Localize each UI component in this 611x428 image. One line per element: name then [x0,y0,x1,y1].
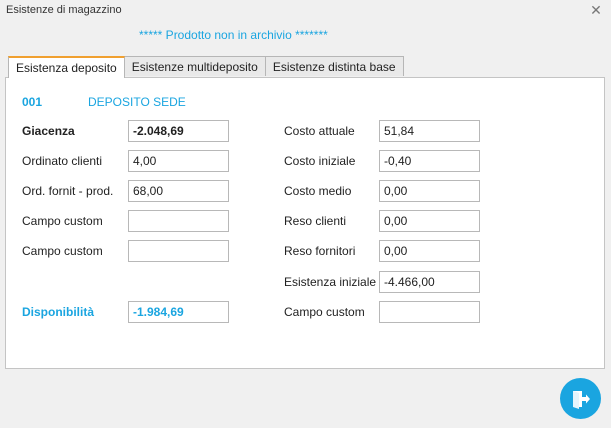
giacenza-field[interactable]: -2.048,69 [128,120,229,142]
ord-fornit-prod-label: Ord. fornit - prod. [22,184,114,198]
title-bar: Esistenze di magazzino ✕ [0,0,611,20]
window-title: Esistenze di magazzino [6,4,122,16]
ordinato-clienti-label: Ordinato clienti [22,154,103,168]
costo-attuale-label: Costo attuale [284,124,355,138]
campo-custom-3-field[interactable] [379,301,480,323]
campo-custom-2-field[interactable] [128,240,229,262]
giacenza-label: Giacenza [22,124,75,138]
ord-fornit-prod-field[interactable]: 68,00 [128,180,229,202]
tab-bar: Esistenza deposito Esistenze multideposi… [8,56,404,78]
exit-button[interactable] [560,378,601,419]
reso-fornitori-field[interactable]: 0,00 [379,240,480,262]
campo-custom-1-label: Campo custom [22,214,103,228]
esistenza-iniziale-field[interactable]: -4.466,00 [379,271,480,293]
disponibilita-label: Disponibilità [22,305,94,319]
tab-esistenze-multideposito[interactable]: Esistenze multideposito [123,56,266,76]
costo-attuale-field[interactable]: 51,84 [379,120,480,142]
costo-iniziale-field[interactable]: -0,40 [379,150,480,172]
reso-clienti-field[interactable]: 0,00 [379,210,480,232]
exit-door-icon [572,390,590,409]
disponibilita-field[interactable]: -1.984,69 [128,301,229,323]
deposit-code: 001 [22,95,43,109]
esistenza-iniziale-label: Esistenza iniziale [284,275,377,289]
reso-clienti-label: Reso clienti [284,214,347,228]
close-icon: ✕ [590,1,602,18]
product-status-message: ***** Prodotto non in archivio ******* [139,28,328,42]
tab-esistenza-deposito[interactable]: Esistenza deposito [8,56,125,78]
campo-custom-1-field[interactable] [128,210,229,232]
campo-custom-2-label: Campo custom [22,244,103,258]
reso-fornitori-label: Reso fornitori [284,244,356,258]
costo-iniziale-label: Costo iniziale [284,154,356,168]
close-button[interactable]: ✕ [581,0,611,20]
campo-custom-3-label: Campo custom [284,305,365,319]
costo-medio-label: Costo medio [284,184,352,198]
deposit-name: DEPOSITO SEDE [88,95,186,109]
ordinato-clienti-field[interactable]: 4,00 [128,150,229,172]
tab-esistenze-distinta-base[interactable]: Esistenze distinta base [264,56,404,76]
costo-medio-field[interactable]: 0,00 [379,180,480,202]
